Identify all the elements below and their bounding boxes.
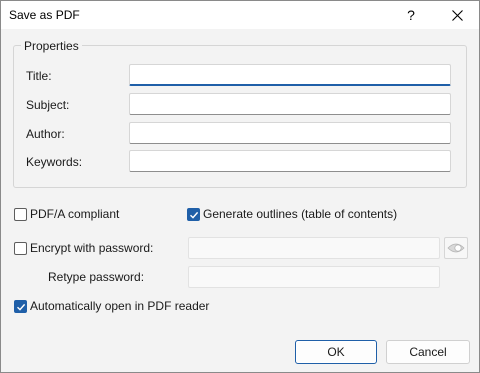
encrypt-checkbox[interactable] — [14, 242, 27, 255]
close-button[interactable] — [435, 1, 479, 29]
window-title: Save as PDF — [9, 8, 80, 22]
close-icon — [451, 9, 463, 21]
author-field[interactable] — [129, 122, 451, 144]
question-mark-icon: ? — [407, 7, 415, 23]
title-bar: Save as PDF ? — [1, 1, 479, 29]
keywords-label: Keywords: — [26, 155, 83, 169]
eye-icon — [447, 243, 465, 253]
help-button[interactable]: ? — [389, 1, 433, 29]
save-as-pdf-dialog: Save as PDF ? Properties Title: Subject:… — [0, 0, 480, 373]
password-field[interactable] — [188, 237, 440, 259]
ok-button[interactable]: OK — [295, 340, 377, 364]
outlines-label: Generate outlines (table of contents) — [203, 207, 398, 221]
outlines-checkbox[interactable] — [187, 208, 200, 221]
title-label: Title: — [26, 69, 52, 83]
autoopen-label: Automatically open in PDF reader — [30, 299, 210, 313]
cancel-button[interactable]: Cancel — [386, 340, 470, 364]
retype-password-field[interactable] — [188, 266, 440, 288]
properties-legend: Properties — [21, 39, 82, 53]
author-label: Author: — [26, 127, 65, 141]
encrypt-label: Encrypt with password: — [30, 241, 154, 255]
checkmark-icon — [17, 303, 26, 311]
keywords-field[interactable] — [129, 150, 451, 172]
subject-field[interactable] — [129, 93, 451, 115]
title-field[interactable] — [129, 64, 451, 86]
pdfa-checkbox[interactable] — [14, 208, 27, 221]
pdfa-label: PDF/A compliant — [30, 207, 120, 221]
checkmark-icon — [190, 211, 199, 219]
show-password-button[interactable] — [444, 237, 468, 259]
subject-label: Subject: — [26, 98, 70, 112]
retype-label: Retype password: — [48, 270, 145, 284]
autoopen-checkbox[interactable] — [14, 300, 27, 313]
